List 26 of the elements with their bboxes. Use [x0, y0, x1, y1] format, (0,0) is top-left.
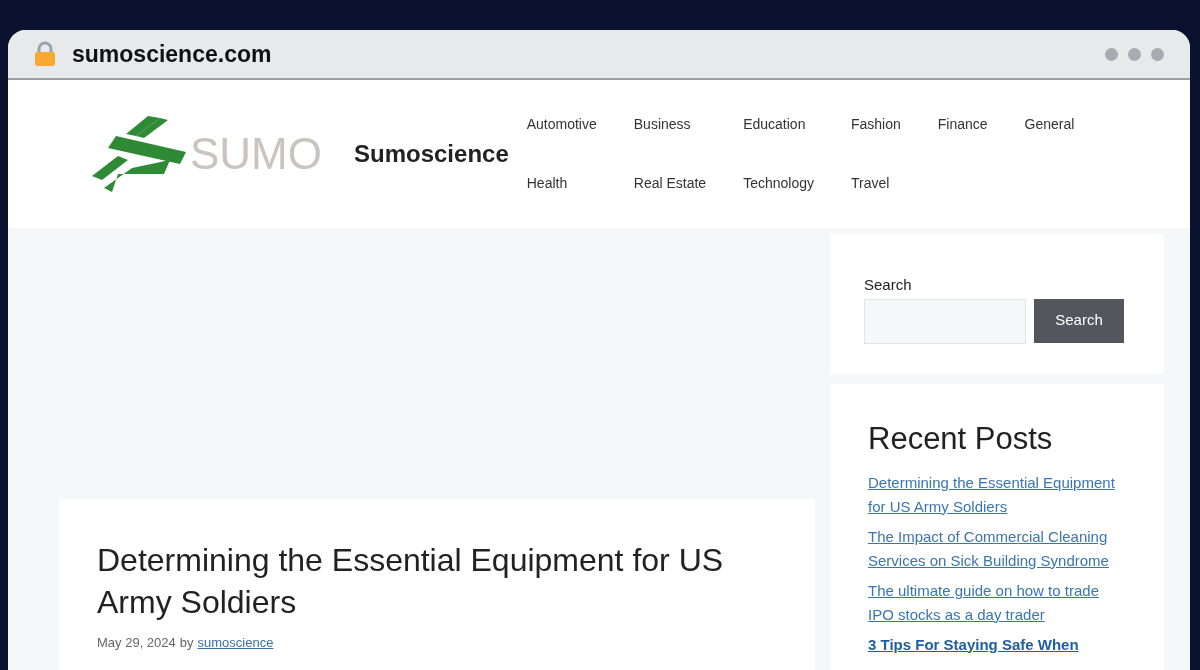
nav-link[interactable]: Real Estate — [633, 173, 707, 194]
nav-link[interactable]: Business — [633, 114, 707, 135]
byline-text: by — [179, 634, 194, 652]
search-label: Search — [864, 275, 913, 295]
lock-icon — [34, 41, 56, 67]
nav-link[interactable]: Finance — [937, 114, 988, 135]
nav-link[interactable]: Fashion — [851, 114, 901, 135]
recent-post-link[interactable]: The Impact of Commercial Cleaning Services on Sick Building Syndrome — [868, 524, 1126, 573]
url-text[interactable]: sumoscience.com — [72, 36, 272, 72]
nav-link[interactable]: General — [1024, 114, 1075, 135]
site-title[interactable]: Sumoscience — [354, 136, 509, 172]
article-title[interactable]: Determining the Essential Equipment for US Army Soldiers — [97, 539, 757, 623]
recent-post-link[interactable]: The ultimate guide on how to trade IPO stocks as a day trader — [868, 578, 1126, 627]
search-field[interactable] — [864, 298, 1026, 344]
post-date: May 29, 2024 — [97, 634, 176, 652]
logo-text: SUMO — [190, 128, 322, 180]
nav-link[interactable]: Education — [743, 114, 814, 135]
recent-post-link[interactable]: 3 Tips For Staying Safe When — [868, 632, 1126, 657]
nav-link[interactable]: Automotive — [526, 114, 597, 135]
search-button[interactable]: Search — [1034, 298, 1124, 343]
widget-heading: Recent Posts — [868, 420, 1054, 458]
author-link[interactable]: sumoscience — [197, 633, 274, 653]
nav-link[interactable]: Travel — [851, 173, 901, 194]
nav-link[interactable]: Technology — [743, 173, 814, 194]
recent-post-link[interactable]: Determining the Essential Equipment for US Army Soldiers — [868, 470, 1126, 519]
nav-link[interactable]: Health — [526, 173, 597, 194]
